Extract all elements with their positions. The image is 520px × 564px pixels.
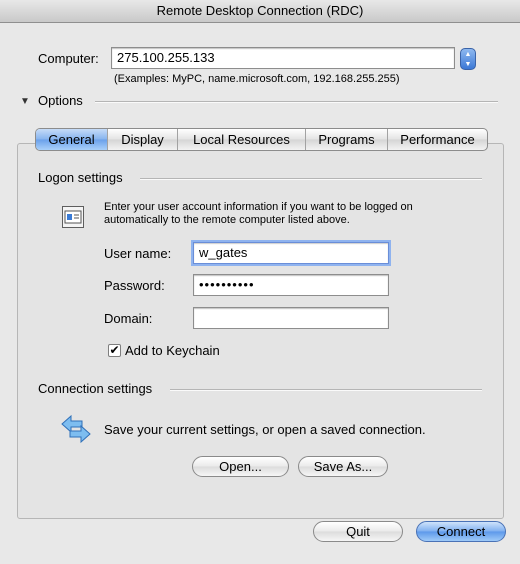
password-input[interactable]: •••••••••• — [193, 274, 389, 296]
options-label[interactable]: Options — [38, 93, 83, 108]
window-title: Remote Desktop Connection (RDC) — [0, 0, 520, 23]
logon-divider — [140, 178, 482, 180]
logon-settings-title: Logon settings — [38, 170, 123, 185]
username-label: User name: — [104, 246, 172, 261]
save-as-button[interactable]: Save As... — [298, 456, 388, 477]
tab-programs[interactable]: Programs — [305, 129, 387, 150]
window-body: Computer: 275.100.255.133 ▲ ▼ (Examples:… — [0, 23, 520, 564]
swap-arrows-icon — [61, 414, 91, 444]
chevron-down-icon: ▼ — [464, 61, 472, 68]
domain-label: Domain: — [104, 311, 153, 326]
keychain-label[interactable]: Add to Keychain — [125, 343, 220, 358]
computer-history-dropdown[interactable]: ▲ ▼ — [460, 48, 476, 70]
computer-label: Computer: — [38, 51, 99, 66]
password-label: Password: — [104, 278, 165, 293]
tab-general[interactable]: General — [36, 129, 107, 150]
tab-local-resources[interactable]: Local Resources — [177, 129, 305, 150]
connection-info-text: Save your current settings, or open a sa… — [104, 422, 426, 437]
connect-button[interactable]: Connect — [416, 521, 506, 542]
options-disclosure-icon[interactable]: ▼ — [20, 96, 30, 107]
connection-settings-title: Connection settings — [38, 381, 153, 396]
computer-examples: (Examples: MyPC, name.microsoft.com, 192… — [114, 73, 400, 85]
chevron-up-icon: ▲ — [464, 51, 472, 58]
logon-info-text: Enter your user account information if y… — [104, 201, 413, 226]
tab-performance[interactable]: Performance — [387, 129, 487, 150]
domain-input[interactable] — [193, 307, 389, 329]
tab-bar: General Display Local Resources Programs… — [35, 128, 488, 151]
options-divider — [95, 101, 498, 103]
tab-display[interactable]: Display — [107, 129, 177, 150]
connection-divider — [170, 389, 482, 391]
id-card-icon — [62, 206, 84, 228]
username-input[interactable]: w_gates — [193, 242, 389, 264]
open-button[interactable]: Open... — [192, 456, 289, 477]
quit-button[interactable]: Quit — [313, 521, 403, 542]
computer-input[interactable]: 275.100.255.133 — [111, 47, 455, 69]
keychain-checkbox[interactable]: ✔ — [108, 344, 121, 357]
